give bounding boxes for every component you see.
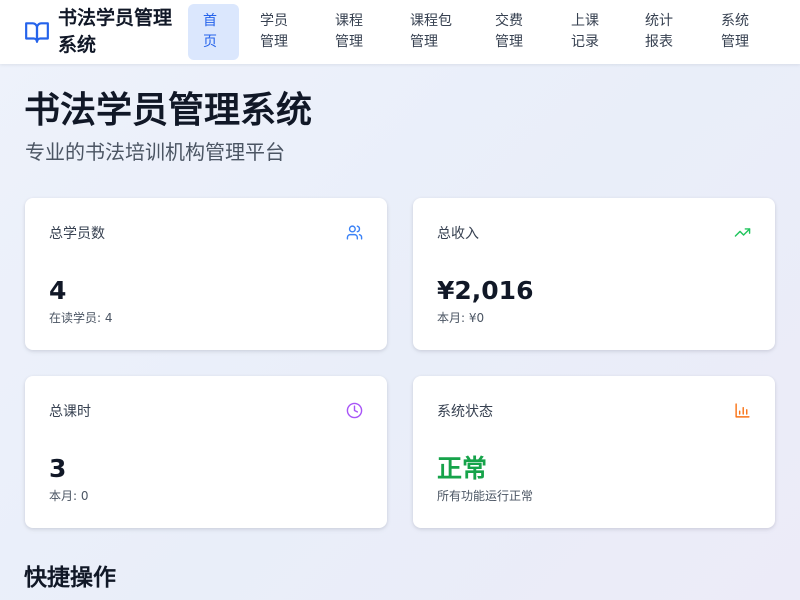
stat-card-value: ¥2,016	[437, 276, 534, 305]
nav-item-label: 系统管理	[721, 13, 749, 50]
page-title: 书法学员管理系统	[24, 90, 313, 131]
stat-card-label: 总课时	[49, 404, 91, 420]
open-book-icon	[25, 22, 49, 43]
nav-item-home[interactable]: 首页	[188, 4, 239, 60]
stat-card-subtext: 本月: ¥0	[437, 311, 485, 325]
nav-item-payments[interactable]: 交费管理	[480, 4, 540, 60]
nav-item-label: 交费管理	[495, 13, 523, 50]
stat-card-subtext: 所有功能运行正常	[437, 489, 534, 503]
nav-item-system[interactable]: 系统管理	[706, 4, 766, 60]
stat-card-label: 总收入	[437, 226, 479, 242]
nav-item-label: 首页	[203, 13, 217, 50]
stat-card-system-status: 系统状态 正常 所有功能运行正常	[413, 376, 775, 528]
nav-item-class-records[interactable]: 上课记录	[556, 4, 616, 60]
trending-up-icon	[734, 228, 751, 237]
nav-item-label: 课程包管理	[410, 13, 452, 50]
stat-card-label: 总学员数	[49, 226, 105, 242]
stat-card-value: 4	[49, 276, 67, 305]
stat-card-total-hours: 总课时 3 本月: 0	[25, 376, 387, 528]
brand-title: 书法学员管理系统	[58, 7, 173, 56]
stat-card-subtext: 在读学员: 4	[49, 311, 113, 325]
brand[interactable]: 书法学员管理系统	[24, 4, 184, 60]
nav-item-label: 学员管理	[260, 13, 288, 50]
nav-item-reports[interactable]: 统计报表	[630, 4, 690, 60]
status-value: 正常	[437, 454, 488, 483]
nav-item-courses[interactable]: 课程管理	[320, 4, 380, 60]
nav-item-label: 统计报表	[645, 13, 673, 50]
clock-icon	[346, 402, 363, 419]
bar-chart-icon	[735, 403, 750, 418]
stat-card-total-students: 总学员数 4 在读学员: 4	[25, 198, 387, 350]
nav-item-label: 上课记录	[571, 13, 599, 50]
stat-card-total-revenue: 总收入 ¥2,016 本月: ¥0	[413, 198, 775, 350]
stat-card-label: 系统状态	[437, 404, 493, 420]
stat-card-value: 3	[49, 454, 67, 483]
nav-item-students[interactable]: 学员管理	[245, 4, 305, 60]
nav-item-label: 课程管理	[335, 13, 363, 50]
stat-card-subtext: 本月: 0	[49, 489, 89, 503]
top-navbar: 书法学员管理系统 首页 学员管理 课程管理 课程包管理 交费管理 上课记录 统计…	[0, 0, 800, 64]
users-icon	[346, 225, 363, 240]
quick-actions-title: 快捷操作	[24, 565, 116, 591]
nav-item-course-packages[interactable]: 课程包管理	[395, 4, 469, 60]
page-subtitle: 专业的书法培训机构管理平台	[25, 140, 285, 164]
